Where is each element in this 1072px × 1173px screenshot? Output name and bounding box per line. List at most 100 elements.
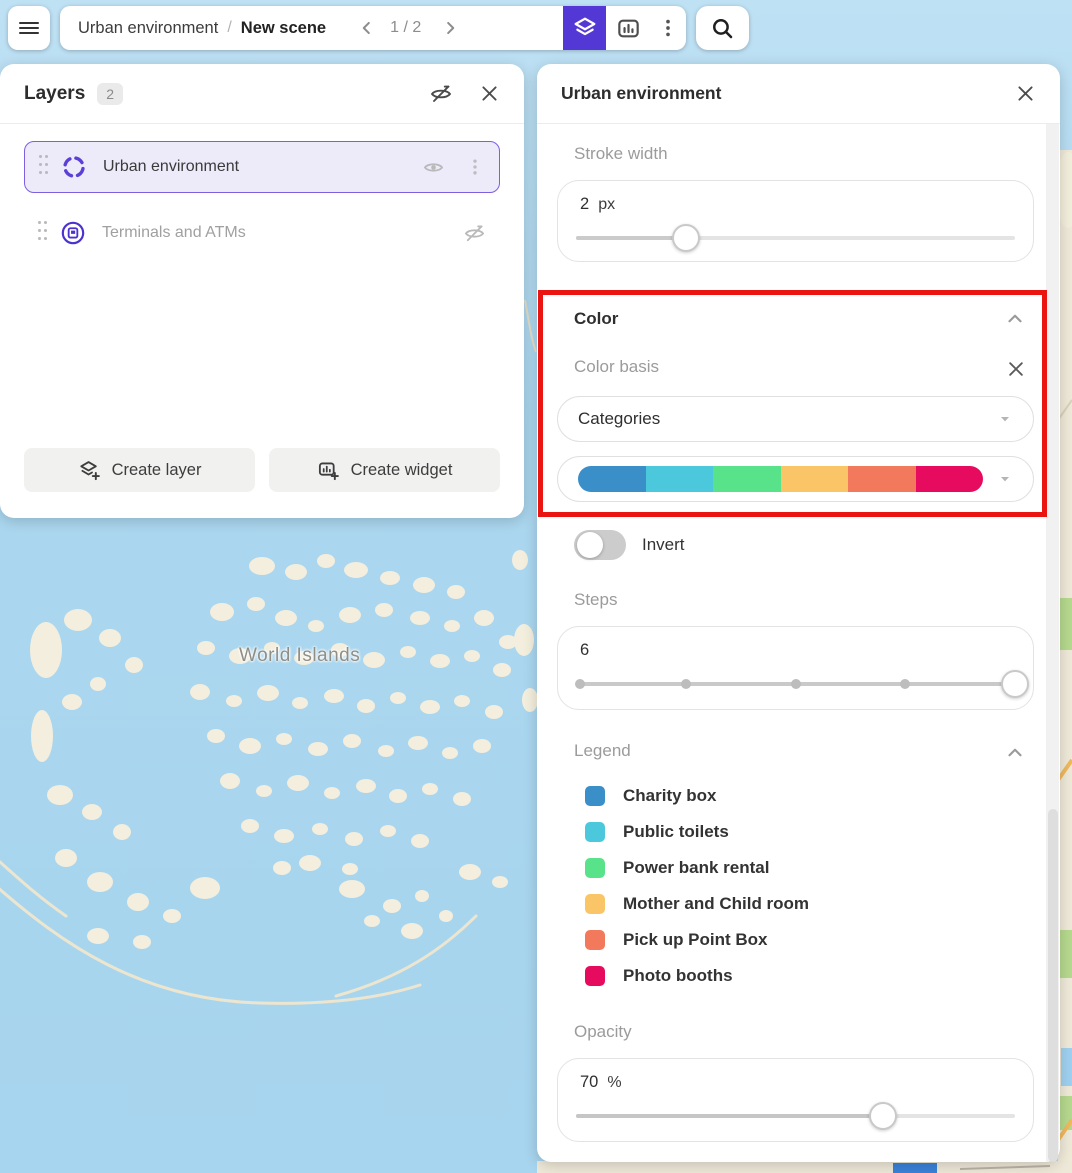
color-section-title: Color [574,309,618,329]
legend-swatch [585,786,605,806]
invert-toggle[interactable] [574,530,626,560]
settings-panel-header: Urban environment [537,64,1060,123]
close-settings-panel-button[interactable] [1015,83,1036,104]
search-button[interactable] [696,6,749,50]
scrollbar-thumb[interactable] [1048,809,1058,1162]
slider-step-mark [575,679,585,689]
legend-swatch [585,822,605,842]
drag-handle-icon[interactable] [38,221,50,245]
layer-visibility-toggle[interactable] [463,222,486,245]
slider-step-mark [791,679,801,689]
widget-chart-icon [616,16,641,41]
stroke-width-slider[interactable] [576,236,1015,240]
close-icon [1015,83,1036,104]
next-scene-button[interactable] [439,17,461,39]
stroke-width-label: Stroke width [574,144,1034,168]
legend-item-label: Pick up Point Box [623,930,768,950]
slider-handle[interactable] [672,224,700,252]
legend-title: Legend [574,741,631,765]
legend-item: Charity box [585,778,1034,814]
legend-item: Pick up Point Box [585,922,1034,958]
scene-pagination: 1 / 2 [390,19,421,37]
breadcrumb-project[interactable]: Urban environment [78,19,218,38]
legend-item-label: Power bank rental [623,858,769,878]
legend-item: Photo booths [585,958,1034,994]
slider-step-mark [900,679,910,689]
legend-item: Power bank rental [585,850,1034,886]
layer-settings-panel: Urban environment Stroke width 2 px [537,64,1060,1162]
create-layer-icon [78,459,101,482]
legend-item-label: Public toilets [623,822,729,842]
chevron-right-icon [439,17,461,39]
layers-panel-header: Layers 2 [0,64,524,123]
layer-label: Urban environment [103,158,239,176]
legend-item: Public toilets [585,814,1034,850]
legend-list: Charity box Public toilets Power bank re… [557,778,1034,994]
close-icon [479,83,500,104]
color-basis-label: Color basis [574,357,659,381]
layer-row-terminals-and-atms[interactable]: Terminals and ATMs [24,207,500,259]
legend-section-header: Legend [574,740,1026,766]
color-ramp-select[interactable] [557,456,1034,502]
color-ramp-preview [578,466,983,492]
kebab-menu-icon [465,157,485,177]
layer-row-urban-environment[interactable]: Urban environment [24,141,500,193]
legend-item: Mother and Child room [585,886,1034,922]
menu-button[interactable] [8,6,50,50]
clear-color-basis-button[interactable] [1006,359,1026,379]
opacity-control: 70% [557,1058,1034,1142]
breadcrumb-separator: / [227,19,231,37]
create-widget-button[interactable]: Create widget [269,448,500,492]
collapse-color-section-button[interactable] [1004,308,1026,330]
kebab-menu-icon [657,17,679,39]
create-layer-button[interactable]: Create layer [24,448,255,492]
color-basis-select[interactable]: Categories [557,396,1034,442]
legend-swatch [585,858,605,878]
legend-swatch [585,930,605,950]
layer-options-button[interactable] [465,157,485,177]
dropdown-caret-icon [997,411,1013,427]
hide-all-layers-button[interactable] [429,82,453,106]
slider-handle[interactable] [1001,670,1029,698]
legend-swatch [585,894,605,914]
legend-item-label: Mother and Child room [623,894,809,914]
widgets-panel-button[interactable] [606,6,650,50]
slider-step-mark [681,679,691,689]
eye-slash-icon [429,82,453,106]
scene-toolbar: Urban environment / New scene 1 / 2 [60,6,686,50]
legend-item-label: Charity box [623,786,717,806]
hamburger-icon [19,19,39,37]
stroke-width-unit: px [598,196,615,213]
stroke-width-value[interactable]: 2 [580,195,589,213]
layer-type-dashed-circle-icon [61,154,87,180]
layer-type-terminal-icon [60,220,86,246]
toggle-knob [577,532,603,558]
settings-body: Stroke width 2 px Color Color basis [537,124,1060,1142]
chevron-left-icon [356,17,378,39]
layer-list: Urban environment [0,124,524,448]
drag-handle-icon[interactable] [39,155,51,179]
layer-visibility-toggle[interactable] [422,156,445,179]
layers-icon [572,15,598,41]
opacity-value[interactable]: 70 [580,1073,598,1091]
more-options-button[interactable] [650,6,686,50]
layers-panel-title: Layers [24,83,85,105]
steps-value[interactable]: 6 [580,641,589,659]
dropdown-caret-icon [997,471,1013,487]
collapse-legend-section-button[interactable] [1004,742,1026,764]
layers-panel-button[interactable] [563,6,606,50]
slider-handle[interactable] [869,1102,897,1130]
opacity-slider[interactable] [576,1114,1015,1118]
prev-scene-button[interactable] [356,17,378,39]
create-widget-icon [317,459,340,482]
breadcrumb-scene[interactable]: New scene [241,19,326,38]
layers-panel-footer: Create layer Create widget [0,448,524,518]
invert-label: Invert [642,535,685,555]
legend-item-label: Photo booths [623,966,733,986]
close-layers-panel-button[interactable] [479,83,500,104]
eye-icon [422,156,445,179]
settings-scrollbar[interactable] [1046,124,1059,1162]
opacity-unit: % [607,1074,621,1091]
app-window: World Islands Urban environment / New sc… [0,0,1072,1173]
steps-slider[interactable] [576,682,1015,686]
